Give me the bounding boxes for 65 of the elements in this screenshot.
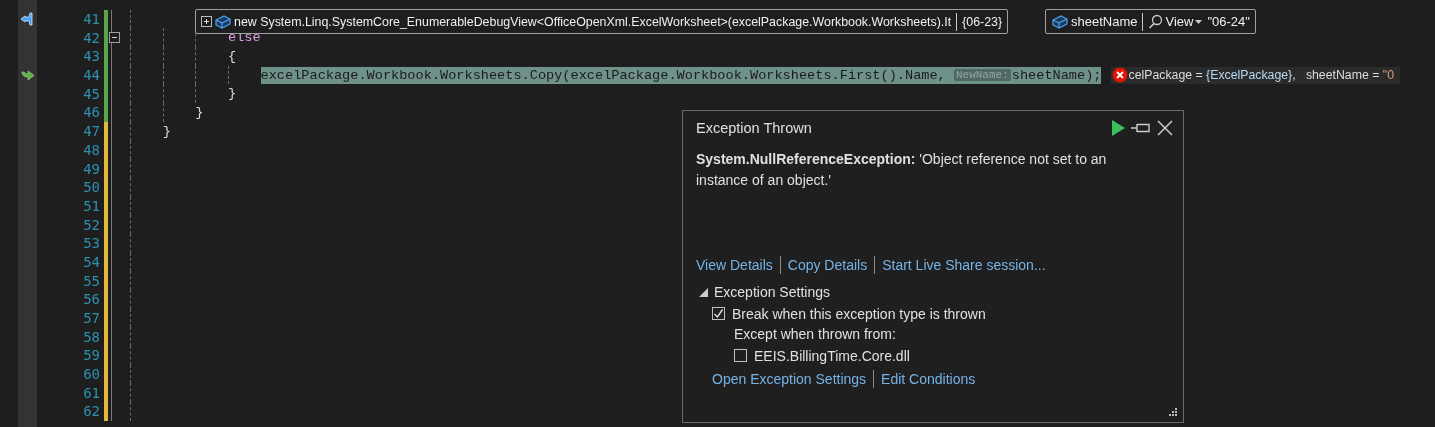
- section-label: Except when thrown from:: [734, 325, 897, 344]
- checkbox-label: EEIS.BillingTime.Core.dll: [754, 347, 910, 364]
- line-number: 44: [82, 67, 100, 84]
- line-number: 62: [82, 403, 100, 420]
- line-number: 56: [82, 291, 100, 308]
- cube-icon: [1051, 13, 1069, 30]
- caret-icon: [1195, 19, 1203, 24]
- link[interactable]: Start Live Share session...: [882, 257, 1046, 273]
- line-number: 43: [82, 48, 100, 65]
- value-text: {ExcelPackage}: [1206, 68, 1293, 83]
- view-button[interactable]: View: [1165, 14, 1203, 29]
- close-icon[interactable]: [1157, 120, 1173, 136]
- pin-icon[interactable]: [1131, 121, 1151, 135]
- line-number: 53: [82, 235, 100, 252]
- collapse-triangle-icon[interactable]: [699, 287, 708, 297]
- line-number: 42: [82, 29, 100, 46]
- line-number: 46: [82, 104, 100, 121]
- line-number: 45: [82, 85, 100, 102]
- expression-text: new System.Linq.SystemCore_EnumerableDebugView<OfficeOpenXml.ExcelWorksheet>(excelPackage.Workbook.Worksheets).It: [234, 14, 952, 29]
- code-text: }: [162, 123, 171, 139]
- search-icon[interactable]: [1148, 14, 1164, 29]
- curved-arrow-icon: [19, 69, 36, 82]
- link[interactable]: Open Exception Settings: [712, 371, 867, 387]
- line-number: 55: [82, 272, 100, 289]
- line-number: 51: [82, 197, 100, 214]
- cube-icon: [214, 13, 232, 30]
- code-text: }: [195, 104, 204, 120]
- checkbox[interactable]: [734, 349, 747, 362]
- code-text: {: [227, 48, 237, 64]
- line-number: 50: [82, 179, 100, 196]
- line-number: 47: [82, 123, 100, 140]
- resize-grip-icon[interactable]: [1167, 408, 1177, 418]
- line-number: 49: [82, 160, 100, 177]
- value-text: , sheetName =: [1292, 68, 1381, 83]
- code-text: }: [227, 86, 237, 102]
- checkbox[interactable]: [712, 307, 725, 320]
- value-text: "0: [1382, 68, 1394, 83]
- code-text: sheetName);: [1011, 67, 1102, 83]
- link[interactable]: View Details: [696, 257, 773, 273]
- line-number: 61: [82, 384, 100, 401]
- section-title: Exception Settings: [714, 284, 830, 300]
- line-number: 41: [82, 11, 100, 28]
- line-number: 57: [82, 310, 100, 327]
- collapse-toggle-icon[interactable]: [109, 32, 120, 44]
- parameter-hint: NewName:: [953, 69, 1011, 82]
- pin-icon: [19, 12, 36, 27]
- exception-message: System.NullReferenceException: 'Object reference not set to an instance of an object.': [696, 150, 1108, 190]
- line-number: 52: [82, 216, 100, 233]
- link[interactable]: Edit Conditions: [881, 371, 976, 387]
- check-icon: [713, 308, 724, 319]
- value-text: celPackage =: [1128, 68, 1204, 83]
- popup-title: Exception Thrown: [696, 120, 812, 136]
- play-icon[interactable]: [1111, 120, 1125, 136]
- expand-icon[interactable]: [201, 16, 212, 27]
- line-number: 60: [82, 366, 100, 383]
- value-text: {06-23}: [962, 14, 1003, 29]
- line-number: 54: [82, 253, 100, 270]
- value-text: "06-24": [1207, 14, 1250, 29]
- line-number: 48: [82, 141, 100, 158]
- code-text: excelPackage.Workbook.Worksheets.Copy(excelPackage.Workbook.Worksheets.First().Name,: [260, 67, 947, 83]
- line-number: 58: [82, 328, 100, 345]
- checkbox-label: Break when this exception type is thrown: [732, 305, 986, 322]
- link[interactable]: Copy Details: [787, 257, 868, 273]
- variable-name: sheetName: [1071, 14, 1138, 29]
- line-number: 59: [82, 347, 100, 364]
